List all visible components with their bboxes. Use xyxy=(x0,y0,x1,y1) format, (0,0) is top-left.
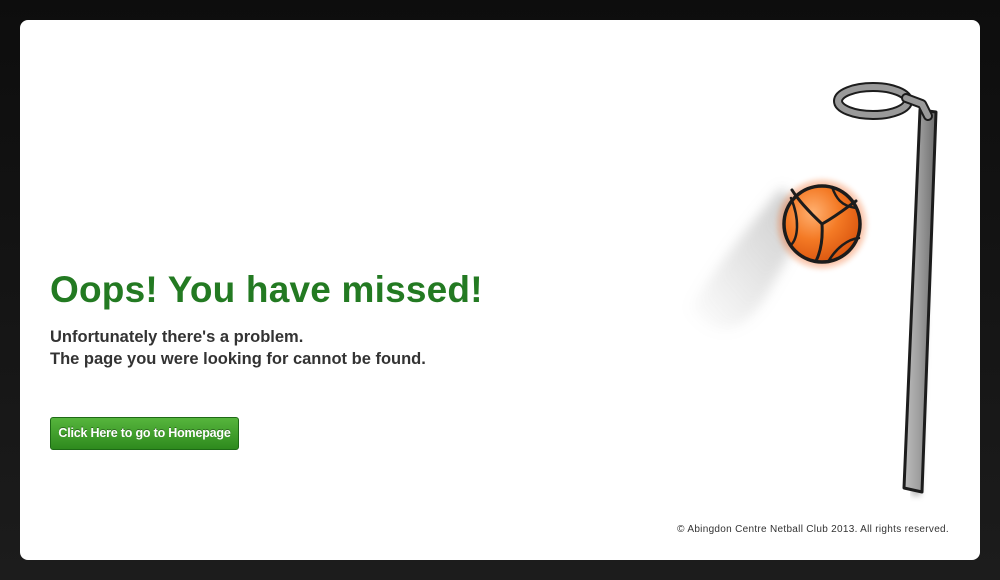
error-heading: Oops! You have missed! xyxy=(50,269,483,310)
copyright-text: © Abingdon Centre Netball Club 2013. All… xyxy=(677,524,949,535)
netball-illustration xyxy=(690,82,938,497)
error-message-line-2: The page you were looking for cannot be … xyxy=(50,350,426,368)
homepage-button[interactable]: Click Here to go to Homepage xyxy=(50,417,239,450)
error-message-line-1: Unfortunately there's a problem. xyxy=(50,328,304,346)
error-card: Oops! You have missed! Unfortunately the… xyxy=(20,20,980,560)
netball-hoop-icon xyxy=(833,82,938,497)
error-message: Unfortunately there's a problem. The pag… xyxy=(50,326,426,370)
netball-icon xyxy=(778,180,866,268)
